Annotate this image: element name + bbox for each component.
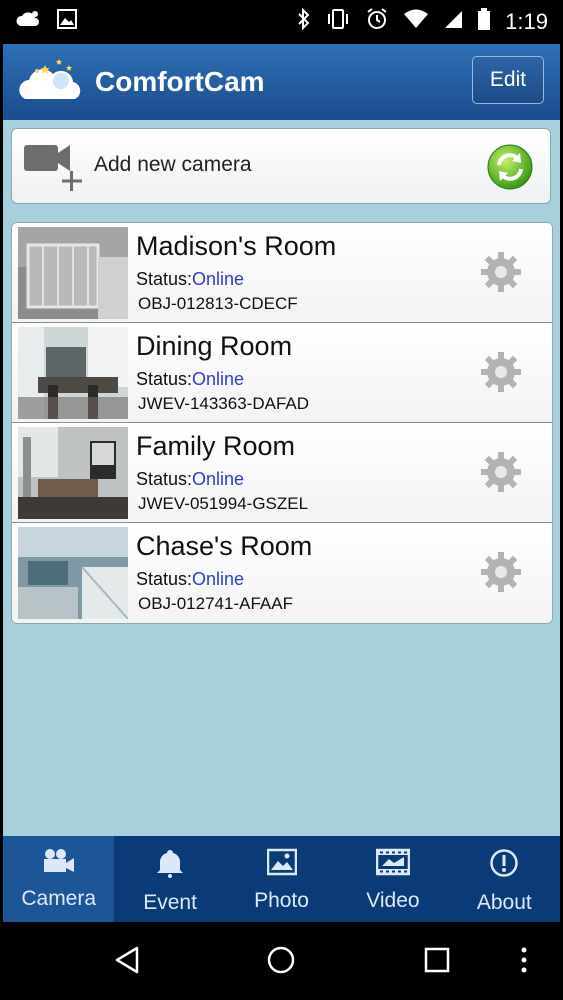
camera-status: Status:Online [136,269,244,290]
gear-icon[interactable] [480,351,522,398]
add-camera-label: Add new camera [94,153,252,176]
camera-name: Chase's Room [136,531,313,561]
bluetooth-icon [297,7,311,36]
camera-icon [42,848,76,879]
system-nav-bar [3,922,560,1000]
info-icon [489,848,519,883]
tab-event[interactable]: Event [114,836,225,922]
tab-label: Photo [254,889,309,912]
camera-name: Family Room [136,431,296,461]
camera-list: Madison's Room Status:Online OBJ-012813-… [11,222,553,624]
camera-thumbnail [18,427,128,519]
camera-id: JWEV-143363-DAFAD [138,394,310,413]
tab-label: Event [143,891,197,914]
screen: 1:19 ComfortCam Edit Add new camera Madi… [3,0,560,1000]
cell-signal-icon [443,9,463,35]
gear-icon[interactable] [480,251,522,298]
camera-thumbnail [18,227,128,319]
tab-label: Camera [21,887,97,910]
app-title: ComfortCam [95,66,265,97]
home-icon[interactable] [265,944,297,981]
camera-row[interactable]: Dining Room Status:Online JWEV-143363-DA… [12,323,552,423]
status-value: Online [192,269,245,289]
camera-name: Dining Room [136,331,293,361]
camera-status: Status:Online [136,369,244,390]
weather-cloud-icon [15,10,41,34]
status-label: Status: [136,369,193,389]
tab-label: About [476,891,532,914]
status-value: Online [192,569,245,589]
image-icon [57,9,77,35]
camera-id: OBJ-012741-AFAAF [138,594,293,613]
tab-video[interactable]: Video [337,836,448,922]
gear-icon[interactable] [480,551,522,598]
status-label: Status: [136,269,193,289]
tab-about[interactable]: About [449,836,560,922]
bottom-tab-bar: Camera Event Photo Video About [3,836,560,922]
edit-button[interactable]: Edit [472,56,544,104]
camera-id: JWEV-051994-GSZEL [138,494,309,513]
photo-icon [266,848,297,881]
film-icon [375,848,411,881]
camera-status: Status:Online [136,569,244,590]
status-bar: 1:19 [3,0,560,44]
alarm-icon [365,7,389,37]
refresh-icon[interactable] [486,143,534,196]
status-label: Status: [136,569,193,589]
camera-status: Status:Online [136,469,244,490]
add-camera-icon [22,141,88,198]
camera-thumbnail [18,327,128,419]
add-camera-button[interactable]: Add new camera [11,128,551,204]
wifi-icon [403,9,429,35]
tab-camera[interactable]: Camera [3,836,115,922]
status-label: Status: [136,469,193,489]
back-icon[interactable] [111,944,143,981]
app-header: ComfortCam Edit [3,44,560,120]
camera-id: OBJ-012813-CDECF [138,294,298,313]
camera-thumbnail [18,527,128,619]
bell-icon [157,848,184,883]
recents-icon[interactable] [421,944,453,981]
gear-icon[interactable] [480,451,522,498]
camera-row[interactable]: Chase's Room Status:Online OBJ-012741-AF… [12,523,552,623]
status-value: Online [192,469,245,489]
camera-row[interactable]: Madison's Room Status:Online OBJ-012813-… [12,223,552,323]
camera-row[interactable]: Family Room Status:Online JWEV-051994-GS… [12,423,552,523]
status-value: Online [192,369,245,389]
tab-photo[interactable]: Photo [226,836,337,922]
battery-icon [477,8,491,36]
app-logo-icon [17,55,83,110]
tab-label: Video [366,889,420,912]
camera-name: Madison's Room [136,231,337,261]
more-options-icon[interactable] [519,944,529,981]
vibrate-icon [325,8,351,36]
clock: 1:19 [505,9,548,34]
